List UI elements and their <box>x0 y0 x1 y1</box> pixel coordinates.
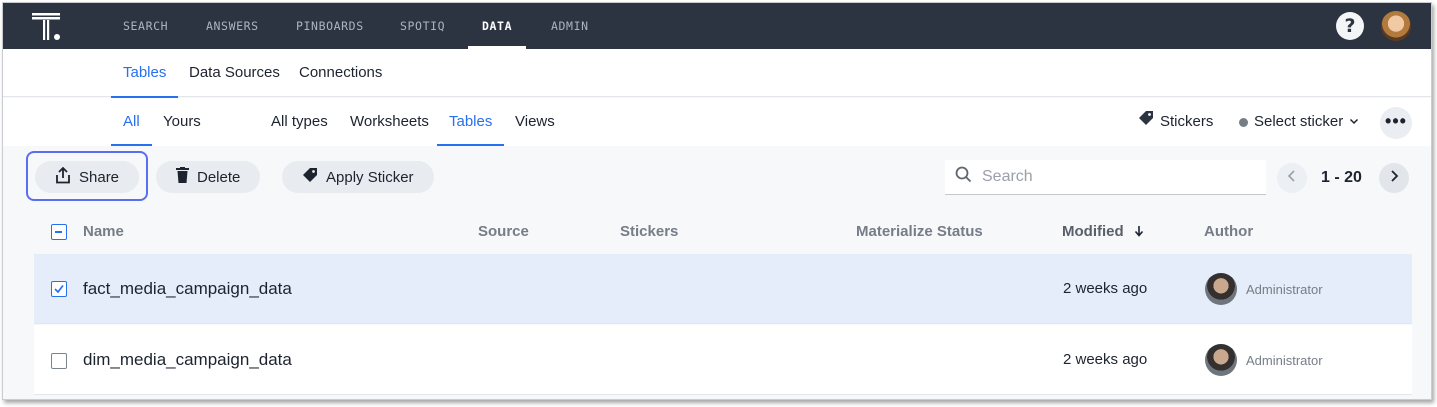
nav-pinboards[interactable]: PINBOARDS <box>296 3 364 49</box>
search-field[interactable] <box>945 160 1266 195</box>
nav-answers[interactable]: ANSWERS <box>206 3 259 49</box>
filter-views[interactable]: Views <box>515 98 555 146</box>
column-modified[interactable]: Modified <box>1062 210 1144 254</box>
share-label: Share <box>79 168 120 186</box>
row-checkbox[interactable] <box>51 353 67 369</box>
row-modified: 2 weeks ago <box>1063 280 1148 297</box>
tab-tables[interactable]: Tables <box>110 49 179 98</box>
top-nav: SEARCH ANSWERS PINBOARDS SPOTIQ DATA ADM… <box>3 3 1431 49</box>
help-icon[interactable]: ? <box>1336 12 1364 40</box>
column-name[interactable]: Name <box>83 210 124 254</box>
pagination-range: 1 - 20 <box>1321 169 1362 186</box>
sort-down-icon <box>1134 226 1143 237</box>
search-input[interactable] <box>982 168 1252 186</box>
author-name: Administrator <box>1246 352 1323 368</box>
row-author: Administrator <box>1205 344 1323 376</box>
filter-all[interactable]: All <box>111 98 152 146</box>
filter-yours[interactable]: Yours <box>163 98 201 146</box>
table-row[interactable]: fact_media_campaign_data 2 weeks ago Adm… <box>34 254 1412 324</box>
author-avatar <box>1205 344 1237 376</box>
sticker-dot-icon <box>1239 117 1248 127</box>
table-row[interactable]: dim_media_campaign_data 2 weeks ago Admi… <box>34 325 1412 395</box>
next-page-button[interactable] <box>1379 163 1409 193</box>
column-materialize-status[interactable]: Materialize Status <box>856 210 983 254</box>
author-name: Administrator <box>1246 281 1323 297</box>
action-bar: Share Delete Apply Sticker 1 - 20 <box>3 146 1431 210</box>
search-icon <box>955 166 972 188</box>
apply-sticker-label: Apply Sticker <box>326 168 414 186</box>
select-sticker-label: Select sticker <box>1254 113 1344 130</box>
filter-tables[interactable]: Tables <box>436 98 505 146</box>
filter-worksheets[interactable]: Worksheets <box>350 98 429 146</box>
more-options-button[interactable]: ••• <box>1380 107 1412 139</box>
sub-nav: Tables Data Sources Connections <box>3 49 1431 98</box>
column-stickers[interactable]: Stickers <box>620 210 678 254</box>
column-modified-label: Modified <box>1062 223 1124 240</box>
delete-label: Delete <box>197 168 241 186</box>
select-all-checkbox[interactable] <box>51 224 67 240</box>
chevron-left-icon <box>1287 170 1295 182</box>
thoughtspot-logo-icon[interactable] <box>31 11 63 43</box>
select-sticker-dropdown[interactable]: Select sticker <box>1239 98 1359 146</box>
row-modified: 2 weeks ago <box>1063 351 1148 368</box>
delete-button[interactable]: Delete <box>156 161 261 193</box>
filter-all-types[interactable]: All types <box>271 98 328 146</box>
nav-spotiq[interactable]: SPOTIQ <box>400 3 445 49</box>
author-avatar <box>1205 273 1237 305</box>
column-author[interactable]: Author <box>1204 210 1253 254</box>
stickers-label: Stickers <box>1160 113 1214 130</box>
row-author: Administrator <box>1205 273 1323 305</box>
nav-admin[interactable]: ADMIN <box>551 3 589 49</box>
trash-icon <box>176 167 189 187</box>
stickers-filter[interactable]: Stickers <box>1138 98 1213 146</box>
nav-data[interactable]: DATA <box>467 3 527 49</box>
app-window: SEARCH ANSWERS PINBOARDS SPOTIQ DATA ADM… <box>2 2 1432 400</box>
filter-bar: All Yours All types Worksheets Tables Vi… <box>3 98 1431 146</box>
share-icon <box>55 166 71 188</box>
row-checkbox[interactable] <box>51 281 67 297</box>
apply-sticker-button[interactable]: Apply Sticker <box>282 161 434 193</box>
checkmark-icon <box>54 284 64 294</box>
tag-icon <box>1138 98 1154 146</box>
share-button[interactable]: Share <box>35 161 140 193</box>
table-header: Name Source Stickers Materialize Status … <box>3 210 1431 254</box>
tab-data-sources[interactable]: Data Sources <box>189 49 280 97</box>
row-name[interactable]: fact_media_campaign_data <box>83 254 292 324</box>
tab-connections[interactable]: Connections <box>299 49 382 97</box>
tag-icon <box>302 167 318 187</box>
prev-page-button[interactable] <box>1277 163 1307 193</box>
user-avatar[interactable] <box>1381 11 1411 41</box>
row-name[interactable]: dim_media_campaign_data <box>83 325 292 395</box>
chevron-right-icon <box>1391 170 1399 182</box>
chevron-down-icon <box>1349 98 1359 146</box>
column-source[interactable]: Source <box>478 210 529 254</box>
nav-search[interactable]: SEARCH <box>123 3 168 49</box>
